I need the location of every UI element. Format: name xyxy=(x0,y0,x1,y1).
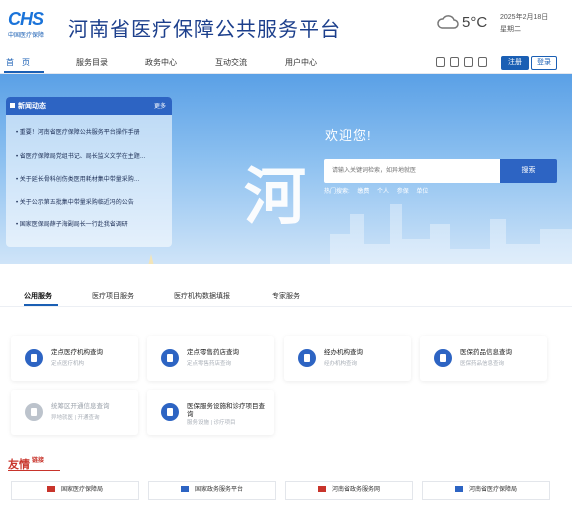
nav-item-user-center[interactable]: 用户中心 xyxy=(285,57,317,68)
hot-term[interactable]: 参保 xyxy=(397,189,409,195)
card-subtitle: 定点医疗机构 xyxy=(51,361,85,367)
nav-item-home[interactable]: 首 页 xyxy=(6,57,30,68)
tab-expert-services[interactable]: 专家服务 xyxy=(272,291,300,301)
card-title: 经办机构查询 xyxy=(324,349,363,356)
friend-link-henan-gov[interactable]: 河南省政务服务网 xyxy=(285,481,413,500)
site-header: CHS 中国医疗保障 河南省医疗保障公共服务平台 5°C 2025年2月18日 … xyxy=(0,0,572,50)
card-subtitle: 服务设施 | 诊疗项目 xyxy=(187,420,236,426)
welcome-text: 欢迎您! xyxy=(325,128,372,143)
news-item[interactable]: • 国家医保局薛子海副局长一行赴我省调研 xyxy=(16,219,166,228)
register-button[interactable]: 注册 xyxy=(501,56,529,70)
news-more-link[interactable]: 更多 xyxy=(154,101,166,110)
friend-link-gov-service[interactable]: 国家政务服务平台 xyxy=(148,481,276,500)
card-title: 医保服务设施和诊疗项目查询 xyxy=(187,403,265,418)
home-icon xyxy=(298,349,316,367)
emblem-icon xyxy=(46,486,55,493)
friend-link-henan-hsa[interactable]: 河南省医疗保障局 xyxy=(422,481,550,500)
temperature: 5°C xyxy=(462,14,488,31)
card-subtitle: 经办机构查询 xyxy=(324,361,358,367)
flag-icon xyxy=(454,486,463,493)
friend-link-label: 河南省医疗保障局 xyxy=(468,487,517,493)
cloud-icon xyxy=(437,15,459,29)
hot-term[interactable]: 单位 xyxy=(416,189,428,195)
friend-link-label: 河南省政务服务网 xyxy=(331,487,380,493)
news-item[interactable]: • 关于公示第五批集中带量采购临近冯的公告 xyxy=(16,197,166,206)
friend-link-label: 国家政务服务平台 xyxy=(194,487,243,493)
card-subtitle: 医保药品信息查询 xyxy=(460,361,505,367)
accessibility-icon[interactable] xyxy=(478,57,487,67)
friend-links-underline xyxy=(8,470,60,471)
date-text: 2025年2月18日 xyxy=(500,14,549,21)
emblem-icon xyxy=(317,486,326,493)
hot-search: 热门搜索: 缴费 个人 参保 单位 xyxy=(324,186,434,195)
main-nav: 首 页 服务目录 政务中心 互动交流 用户中心 xyxy=(0,50,572,74)
tower-illustration xyxy=(148,254,154,264)
service-card-medicine-info[interactable]: 医保药品信息查询 医保药品信息查询 xyxy=(420,336,547,381)
weibo-icon[interactable] xyxy=(464,57,473,67)
weekday-text: 星期二 xyxy=(500,26,521,33)
henan-calligraphy: 河 xyxy=(244,160,307,233)
service-card-pharmacies[interactable]: 定点零售药店查询 定点零售药店查询 xyxy=(147,336,274,381)
news-item[interactable]: • 重要！河南省医疗保障公共服务平台操作手册 xyxy=(16,127,166,136)
card-title: 定点零售药店查询 xyxy=(187,349,239,356)
hot-term[interactable]: 缴费 xyxy=(357,189,369,195)
card-title: 医保药品信息查询 xyxy=(460,349,512,356)
service-card-agencies[interactable]: 经办机构查询 经办机构查询 xyxy=(284,336,411,381)
site-title: 河南省医疗保障公共服务平台 xyxy=(68,19,341,41)
friend-links-title-b: 链接 xyxy=(32,458,45,464)
service-card-pooling-area[interactable]: 统筹区开通信息查询 异地就医 | 开通查询 xyxy=(11,390,138,435)
tab-medical-projects[interactable]: 医疗项目服务 xyxy=(92,291,134,301)
card-title: 定点医疗机构查询 xyxy=(51,349,103,356)
news-header: 新闻动态 更多 xyxy=(6,97,172,115)
nav-quick-icons xyxy=(436,57,487,67)
friend-link-nhsa[interactable]: 国家医疗保障局 xyxy=(11,481,139,500)
news-panel: 新闻动态 更多 • 重要！河南省医疗保障公共服务平台操作手册 • 省医疗保障局党… xyxy=(6,97,172,247)
friend-link-label: 国家医疗保障局 xyxy=(60,487,103,493)
news-item[interactable]: • 关于延长骨科创伤类医用耗材集中带量采购… xyxy=(16,174,166,183)
search-button[interactable]: 搜索 xyxy=(500,159,557,183)
card-subtitle: 定点零售药店查询 xyxy=(187,361,232,367)
chs-logo[interactable]: CHS 中国医疗保障 xyxy=(8,10,56,42)
card-subtitle: 异地就医 | 开通查询 xyxy=(51,415,100,421)
logo-subtitle: 中国医疗保障 xyxy=(8,33,45,39)
service-tabs: 公用服务 医疗项目服务 医疗机构数据填报 专家服务 xyxy=(0,285,572,305)
pharmacy-icon xyxy=(161,349,179,367)
network-icon xyxy=(161,403,179,421)
medicine-bottle-icon xyxy=(434,349,452,367)
login-button[interactable]: 登录 xyxy=(531,56,557,70)
search-input[interactable] xyxy=(324,159,500,183)
tab-public-services[interactable]: 公用服务 xyxy=(24,291,52,301)
service-card-medical-institutions[interactable]: 定点医疗机构查询 定点医疗机构 xyxy=(11,336,138,381)
mobile-icon[interactable] xyxy=(436,57,445,67)
nav-item-service-directory[interactable]: 服务目录 xyxy=(76,57,108,68)
weather-widget: 5°C xyxy=(436,12,492,36)
date-display: 2025年2月18日 星期二 xyxy=(500,12,548,36)
hospital-plus-icon xyxy=(25,349,43,367)
nav-item-government-center[interactable]: 政务中心 xyxy=(145,57,177,68)
tab-institution-data[interactable]: 医疗机构数据填报 xyxy=(174,291,230,301)
tabs-divider xyxy=(0,306,572,307)
hot-search-label: 热门搜索: xyxy=(324,189,350,195)
flag-icon xyxy=(180,486,189,493)
news-bullet-icon xyxy=(10,103,15,108)
news-title: 新闻动态 xyxy=(18,103,46,110)
hot-term[interactable]: 个人 xyxy=(377,189,389,195)
nav-item-interaction[interactable]: 互动交流 xyxy=(215,57,247,68)
search-box xyxy=(324,159,500,183)
service-card-facilities[interactable]: 医保服务设施和诊疗项目查询 服务设施 | 诊疗项目 xyxy=(147,390,274,435)
logo-text: CHS xyxy=(8,9,44,29)
nav-active-underline xyxy=(4,71,44,73)
card-title: 统筹区开通信息查询 xyxy=(51,403,110,410)
news-item[interactable]: • 省医疗保障局党组书记、局长监义文学在主题… xyxy=(16,151,166,160)
document-icon xyxy=(25,403,43,421)
wechat-icon[interactable] xyxy=(450,57,459,67)
